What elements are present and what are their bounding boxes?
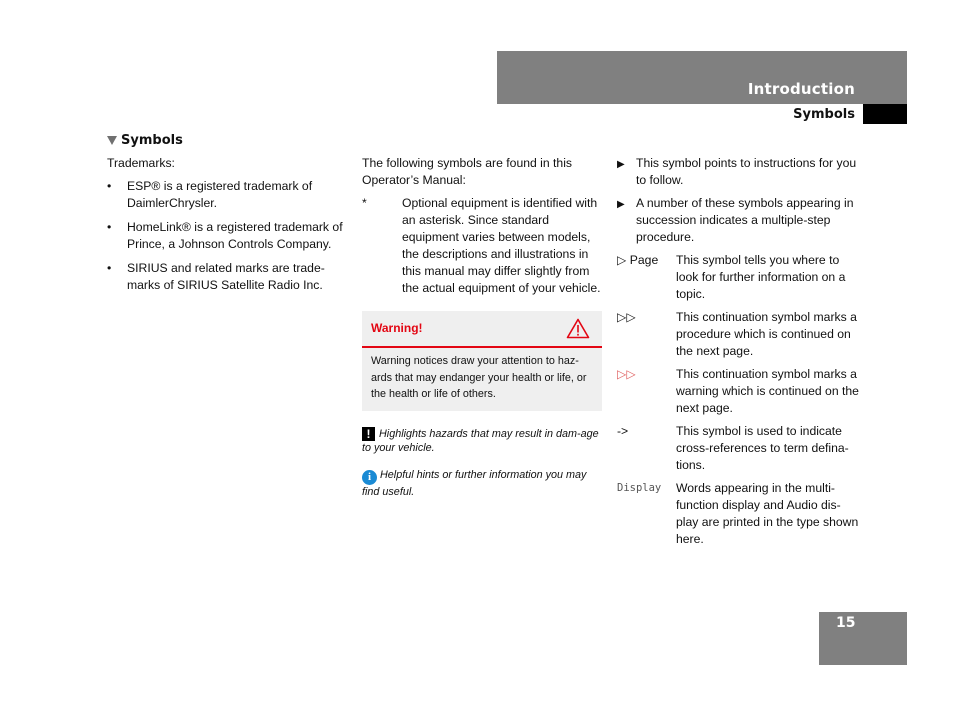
- definition-text: This continuation symbol marks a warning…: [676, 367, 859, 415]
- list-item: • HomeLink® is a registered trademark of …: [107, 219, 347, 253]
- list-item-text: ESP® is a registered trademark of Daimle…: [127, 179, 313, 210]
- cross-reference-item: -> This symbol is used to indicate cross-…: [617, 423, 862, 474]
- definition-text: This continuation symbol marks a procedu…: [676, 310, 857, 358]
- warning-box: Warning! Warning notices draw your atten…: [362, 311, 602, 411]
- warning-title: Warning!: [371, 321, 423, 335]
- bullet-icon: •: [107, 261, 112, 275]
- page-reference-item: ▷ Page This symbol tells you where to loo…: [617, 252, 862, 303]
- list-item-text: HomeLink® is a registered trademark of P…: [127, 220, 343, 251]
- warning-body: Warning notices draw your attention to h…: [371, 355, 587, 400]
- continuation-item: ▷▷ This continuation symbol marks a proce…: [617, 309, 862, 360]
- warning-triangle-icon: [566, 318, 590, 339]
- list-item: • ESP® is a registered trademark of Daiml…: [107, 178, 347, 212]
- section-header-bar: Introduction: [497, 51, 907, 104]
- asterisk-definition: * Optional equipment is identified with …: [362, 195, 602, 297]
- column-trademarks: Symbols Trademarks: • ESP® is a registere…: [107, 132, 347, 301]
- exclamation-icon: !: [362, 426, 375, 441]
- definition-text: This symbol points to instructions for y…: [636, 156, 857, 187]
- definition-text: This symbol tells you where to look for …: [676, 253, 846, 301]
- asterisk-symbol: *: [362, 196, 367, 210]
- trademarks-label: Trademarks:: [107, 156, 175, 170]
- page-reference-symbol: ▷ Page: [617, 253, 659, 267]
- display-type-symbol: Display: [617, 482, 662, 494]
- page-number-box: 15: [819, 612, 907, 665]
- warning-header: Warning!: [362, 311, 602, 348]
- instruction-arrow-item: ▶ A number of these symbols appearing in …: [617, 195, 862, 246]
- symbols-intro: The following symbols are found in this …: [362, 156, 573, 187]
- list-item: • SIRIUS and related marks are trade-mark…: [107, 260, 347, 294]
- cross-reference-symbol: ->: [617, 424, 629, 438]
- note-helpful-hint: i Helpful hints or further information yo…: [362, 468, 602, 500]
- list-item-text: SIRIUS and related marks are trade-marks…: [127, 261, 325, 292]
- continuation-symbol: ▷▷: [617, 310, 636, 324]
- definition-text: This symbol is used to indicate cross-re…: [676, 424, 849, 472]
- definition-text: Optional equipment is identified with an…: [402, 196, 601, 295]
- info-icon: i: [362, 469, 377, 485]
- play-arrow-icon: ▶: [617, 159, 625, 170]
- subsection-title: Symbols: [793, 107, 855, 122]
- play-arrow-icon: ▶: [617, 199, 625, 210]
- section-title: Introduction: [747, 80, 855, 98]
- column-symbols-intro: The following symbols are found in this …: [362, 155, 602, 511]
- instruction-arrow-item: ▶ This symbol points to instructions for …: [617, 155, 862, 189]
- definition-text: A number of these symbols appearing in s…: [636, 196, 854, 244]
- subsection-tab-marker: [863, 104, 907, 124]
- symbols-heading: Symbols: [107, 132, 347, 149]
- page-number: 15: [836, 615, 856, 631]
- triangle-down-icon: [107, 136, 117, 145]
- warning-continuation-item: ▷▷ This continuation symbol marks a warni…: [617, 366, 862, 417]
- bullet-icon: •: [107, 179, 112, 193]
- note-text: Highlights hazards that may result in da…: [362, 427, 599, 455]
- column-symbol-definitions: ▶ This symbol points to instructions for …: [617, 155, 862, 554]
- bullet-icon: •: [107, 220, 112, 234]
- warning-continuation-symbol: ▷▷: [617, 367, 636, 381]
- note-text: Helpful hints or further information you…: [362, 468, 587, 498]
- display-type-item: Display Words appearing in the multi-func…: [617, 480, 862, 548]
- definition-text: Words appearing in the multi-function di…: [676, 481, 859, 546]
- heading-text: Symbols: [121, 133, 183, 148]
- note-vehicle-hazard: ! Highlights hazards that may result in d…: [362, 426, 602, 456]
